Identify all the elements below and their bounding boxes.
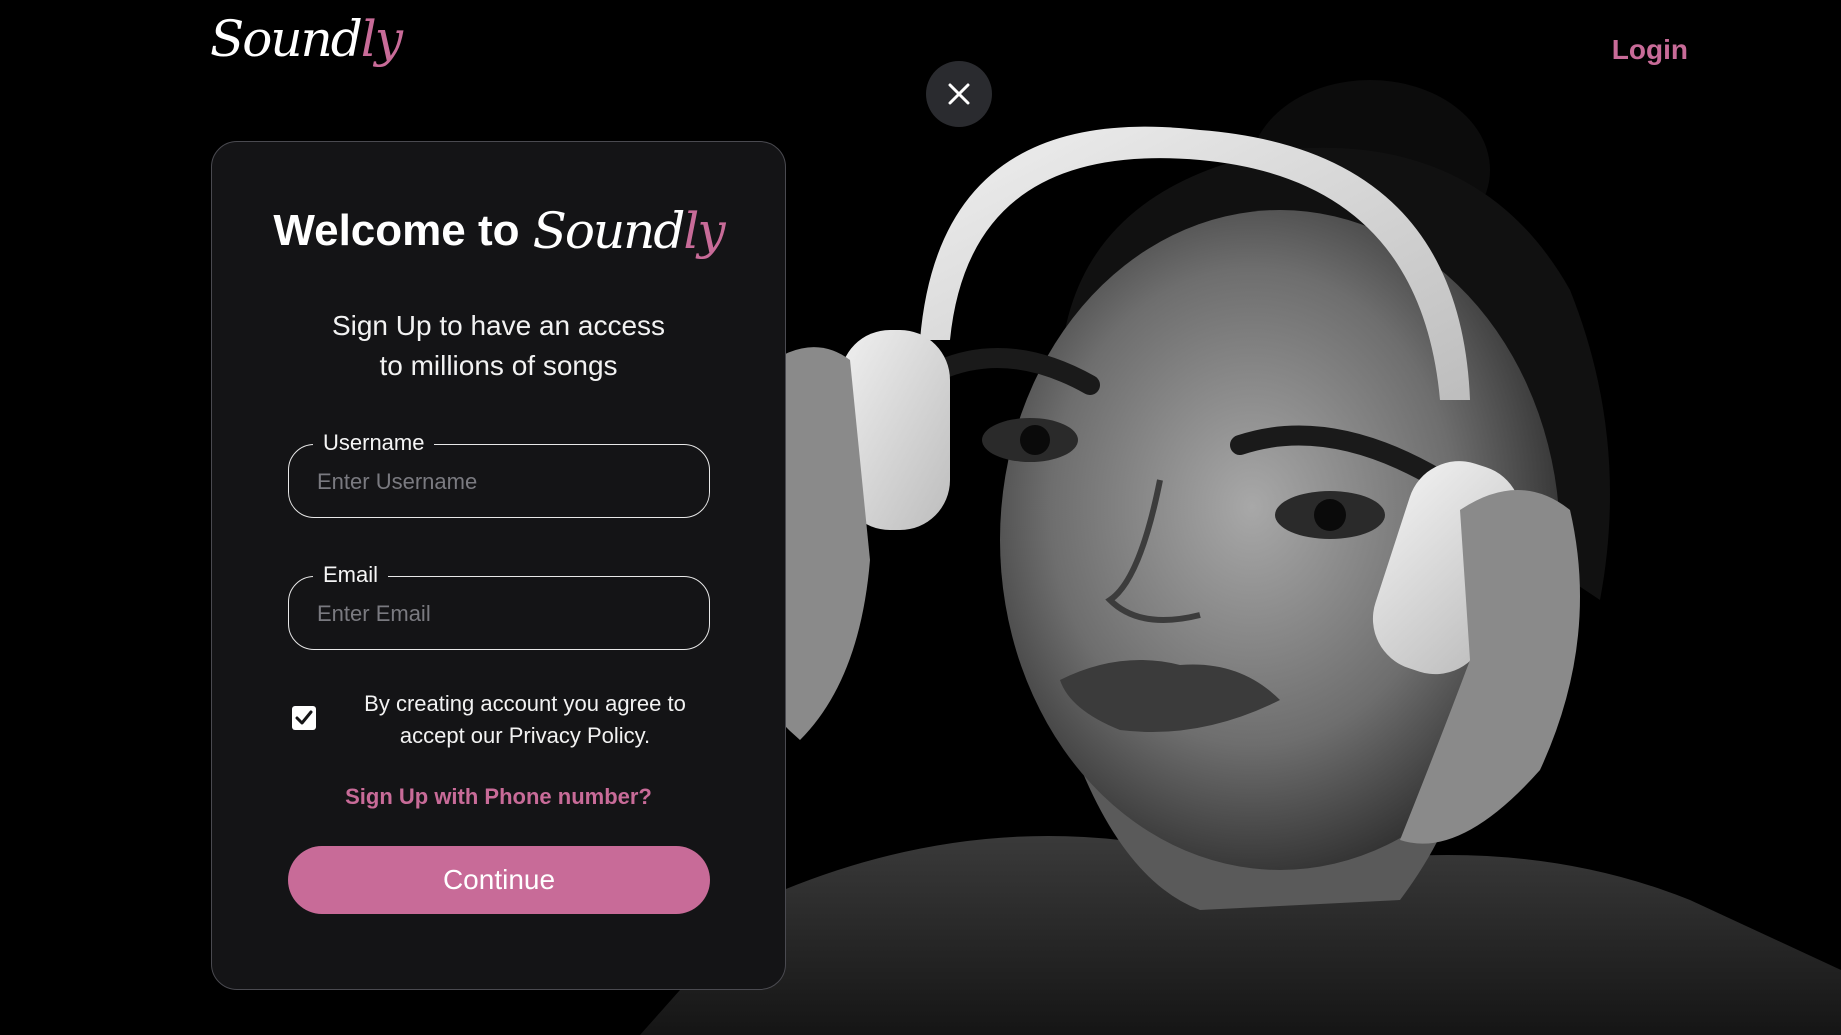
subtitle-line-1: Sign Up to have an access	[331, 310, 666, 341]
signup-card: Welcome to Soundly Sign Up to have an ac…	[211, 141, 786, 990]
welcome-logo-text: Sound	[532, 202, 686, 260]
privacy-checkbox[interactable]	[292, 706, 316, 730]
email-field: Email	[288, 561, 710, 650]
username-label: Username	[313, 429, 435, 457]
email-label: Email	[313, 561, 389, 589]
agreement-line-2: accept our Privacy Policy.	[399, 723, 651, 748]
signup-page: Soundly Login Welcome to Soundly Sign Up…	[0, 0, 1841, 1035]
checkmark-icon	[295, 710, 313, 725]
logo-text: Sound	[210, 10, 363, 68]
welcome-logo-accent: ly	[683, 202, 725, 260]
privacy-agreement: By creating account you agree to accept …	[288, 688, 718, 758]
username-field: Username	[288, 429, 710, 518]
signup-subtitle: Sign Up to have an access to millions of…	[242, 306, 755, 386]
subtitle-line-2: to millions of songs	[379, 350, 618, 381]
welcome-heading: Welcome to Soundly	[212, 202, 785, 260]
privacy-agreement-text: By creating account you agree to accept …	[332, 688, 718, 752]
close-icon	[948, 83, 970, 105]
welcome-soundly-logo: Soundly	[532, 202, 726, 260]
login-link[interactable]: Login	[1612, 34, 1688, 66]
continue-button[interactable]: Continue	[288, 846, 710, 914]
soundly-logo[interactable]: Soundly	[210, 14, 403, 64]
close-button[interactable]	[926, 61, 992, 127]
hero-image-woman-headphones	[640, 40, 1841, 1035]
username-input[interactable]	[317, 465, 687, 499]
agreement-line-1: By creating account you agree to	[364, 691, 686, 716]
signup-with-phone-link[interactable]: Sign Up with Phone number?	[212, 784, 785, 810]
logo-accent-text: ly	[360, 10, 403, 68]
email-input[interactable]	[317, 597, 687, 631]
welcome-text: Welcome to	[273, 206, 520, 255]
